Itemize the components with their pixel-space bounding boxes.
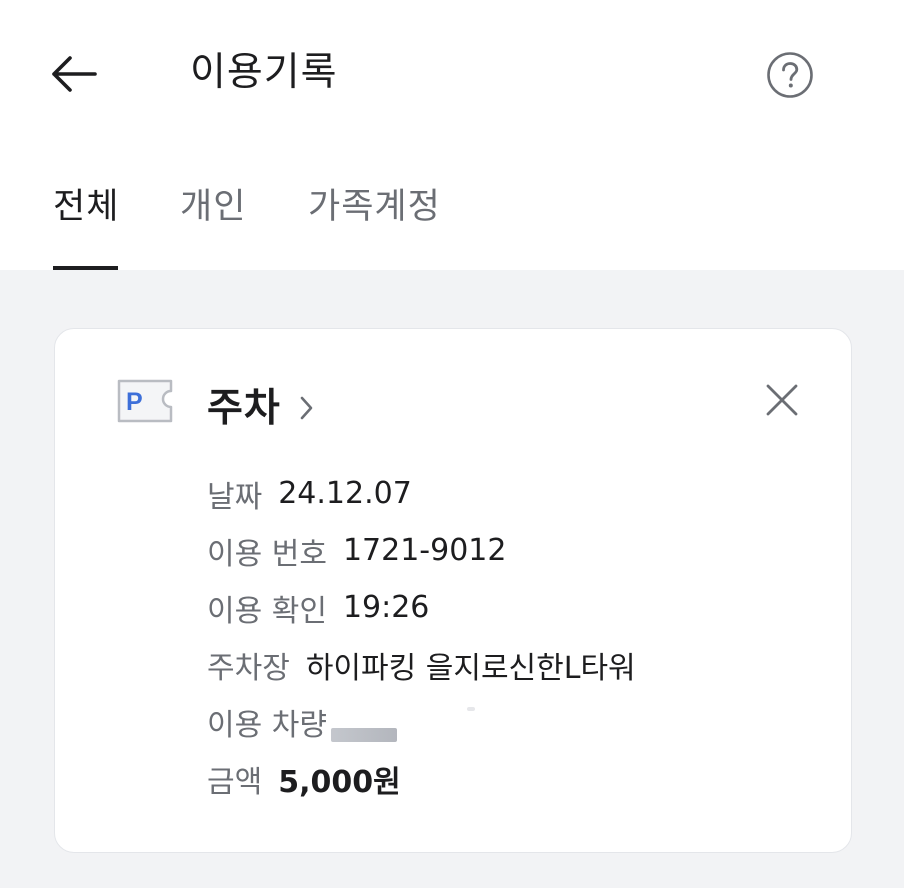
detail-label: 이용 번호 [207,536,327,572]
delete-record-button[interactable] [761,379,803,421]
detail-value: 하이파킹 을지로신한L타워 [305,650,636,686]
detail-label: 날짜 [207,479,263,515]
page-title: 이용기록 [190,50,338,95]
detail-value-amount: 5,000원 [278,764,401,800]
close-icon [766,384,798,416]
detail-row-date: 날짜 24.12.07 [207,465,636,522]
usage-record-card: P 주차 날짜 24.12.07 이용 번호 1721-9012 이용 확인 1… [54,328,852,853]
record-title: 주차 [207,386,281,431]
svg-text:P: P [126,388,143,416]
help-button[interactable] [766,51,814,99]
back-button[interactable] [44,50,102,98]
detail-label: 금액 [207,764,263,800]
detail-row-usage-time: 이용 확인 19:26 [207,579,636,636]
detail-value: 24.12.07 [278,476,412,511]
detail-label: 이용 확인 [207,593,327,629]
detail-row-parking-lot: 주차장 하이파킹 을지로신한L타워 [207,636,636,693]
detail-value: 1721-9012 [342,533,507,568]
tab-bar: 전체 개인 가족계정 [0,180,904,270]
masked-vehicle-number [330,727,397,742]
tab-family-account[interactable]: 가족계정 [308,180,441,234]
masked-fragment [466,706,475,711]
detail-row-vehicle: 이용 차량 [207,693,636,750]
detail-value: 19:26 [342,590,430,625]
chevron-right-icon [300,396,313,420]
question-circle-icon [767,52,813,98]
header-area: 이용기록 전체 개인 가족계정 [0,0,904,270]
tab-all[interactable]: 전체 [53,180,119,234]
record-details: 날짜 24.12.07 이용 번호 1721-9012 이용 확인 19:26 … [207,465,636,807]
active-tab-indicator [53,266,118,270]
detail-label: 이용 차량 [207,707,327,743]
parking-ticket-icon: P [117,379,173,423]
detail-row-amount: 금액 5,000원 [207,750,636,807]
arrow-left-icon [52,56,97,92]
detail-row-usage-number: 이용 번호 1721-9012 [207,522,636,579]
detail-label: 주차장 [207,650,290,686]
record-title-link[interactable]: 주차 [207,377,315,433]
tab-personal[interactable]: 개인 [180,180,246,234]
